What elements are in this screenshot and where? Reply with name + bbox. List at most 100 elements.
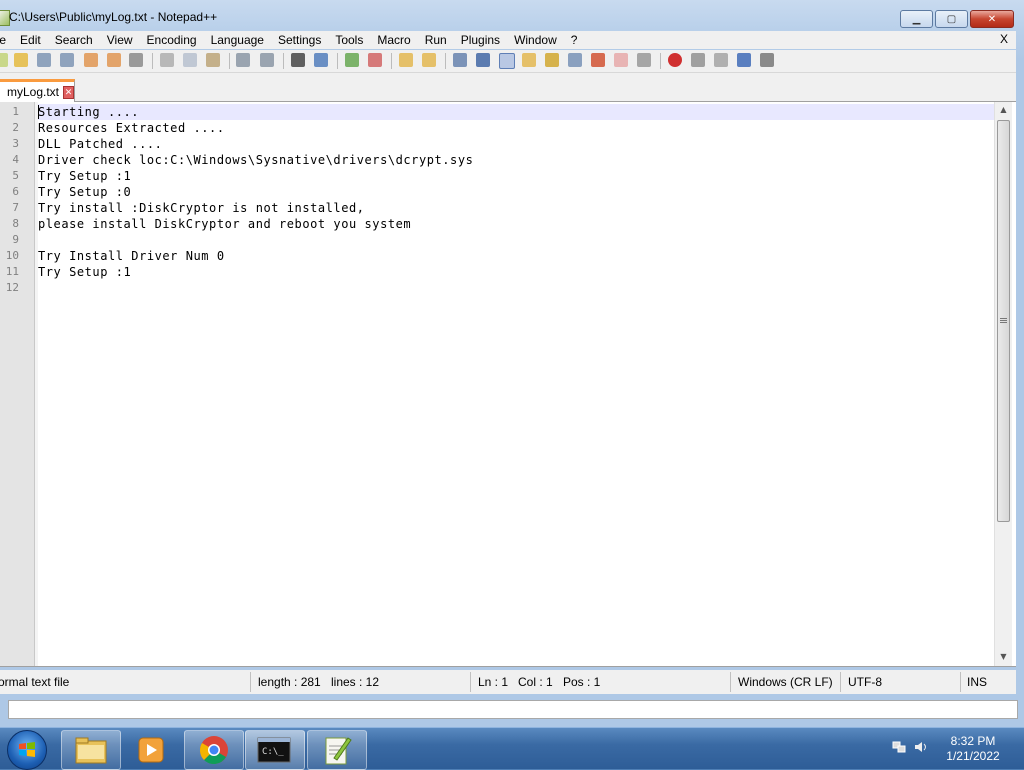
network-icon[interactable] xyxy=(892,740,906,754)
status-encoding[interactable]: UTF-8 xyxy=(848,675,882,689)
code-line[interactable]: Driver check loc:C:\Windows\Sysnative\dr… xyxy=(38,152,994,168)
scrollbar-thumb[interactable] xyxy=(997,120,1010,522)
menu-help[interactable]: ? xyxy=(564,33,585,47)
clock-time: 8:32 PM xyxy=(950,734,996,748)
save-all-icon[interactable] xyxy=(60,53,74,67)
scroll-up-arrow-icon[interactable]: ▲ xyxy=(995,102,1012,118)
text-editor[interactable]: 1 2 3 4 5 6 7 8 9 10 11 12 Starting .... Resources E… xyxy=(0,102,1016,667)
menu-plugins[interactable]: Plugins xyxy=(454,33,507,47)
code-line[interactable]: DLL Patched .... xyxy=(38,136,994,152)
redo-icon[interactable] xyxy=(260,53,274,67)
zoom-out-icon[interactable] xyxy=(368,53,382,67)
close-file-icon[interactable] xyxy=(84,53,98,67)
vertical-scrollbar[interactable]: ▲ ▼ xyxy=(994,102,1012,666)
taskbar-media-player[interactable] xyxy=(123,730,183,770)
menu-bar: ile Edit Search View Encoding Language S… xyxy=(0,31,1016,49)
maximize-button[interactable]: ▢ xyxy=(935,10,968,28)
title-bar[interactable]: C:\Users\Public\myLog.txt - Notepad++ ▁ … xyxy=(0,0,1024,33)
menu-view[interactable]: View xyxy=(100,33,140,47)
tab-close-icon[interactable]: ✕ xyxy=(63,85,74,99)
line-number: 4 xyxy=(12,153,19,166)
menu-language[interactable]: Language xyxy=(204,33,271,47)
code-line[interactable]: Resources Extracted .... xyxy=(38,120,994,136)
code-line[interactable]: Try Setup :0 xyxy=(38,184,994,200)
monitoring-icon[interactable] xyxy=(637,53,651,67)
status-bar: ormal text file length : 281 lines : 12 … xyxy=(0,670,1016,694)
sync-horizontal-icon[interactable] xyxy=(422,53,436,67)
start-button[interactable] xyxy=(7,730,47,770)
volume-icon[interactable] xyxy=(914,740,928,754)
undo-icon[interactable] xyxy=(236,53,250,67)
copy-icon[interactable] xyxy=(183,53,197,67)
scroll-down-arrow-icon[interactable]: ▼ xyxy=(995,649,1012,665)
sync-vertical-icon[interactable] xyxy=(399,53,413,67)
save-macro-icon[interactable] xyxy=(760,53,774,67)
minimize-button[interactable]: ▁ xyxy=(900,10,933,28)
zoom-in-icon[interactable] xyxy=(345,53,359,67)
menu-file[interactable]: ile xyxy=(0,33,13,47)
text-caret xyxy=(38,105,39,119)
code-line[interactable]: Starting .... xyxy=(38,104,994,120)
user-language-icon[interactable] xyxy=(522,53,536,67)
replace-icon[interactable] xyxy=(314,53,328,67)
run-macro-multiple-icon[interactable] xyxy=(737,53,751,67)
status-ln: Ln : 1 xyxy=(478,675,509,689)
code-line[interactable]: Try Setup :1 xyxy=(38,168,994,184)
menu-window[interactable]: Window xyxy=(507,33,564,47)
thumb-grip xyxy=(1000,322,1007,323)
taskbar-notepad-plus-plus[interactable] xyxy=(307,730,367,770)
menu-edit[interactable]: Edit xyxy=(13,33,48,47)
status-divider xyxy=(250,672,251,692)
minimize-icon: ▁ xyxy=(912,13,921,25)
open-file-icon[interactable] xyxy=(14,53,28,67)
indent-guide-icon[interactable] xyxy=(499,53,515,69)
word-wrap-icon[interactable] xyxy=(453,53,467,67)
menu-search[interactable]: Search xyxy=(48,33,100,47)
folder-workspace-icon[interactable] xyxy=(614,53,628,67)
svg-text:C:\_: C:\_ xyxy=(262,747,284,757)
line-number: 12 xyxy=(5,281,19,294)
close-document-button[interactable]: X xyxy=(1000,32,1008,46)
tab-mylog[interactable]: myLog.txt ✕ xyxy=(0,79,75,102)
code-line[interactable]: Try Install Driver Num 0 xyxy=(38,248,994,264)
line-number: 8 xyxy=(12,217,19,230)
close-button[interactable]: ✕ xyxy=(970,10,1014,28)
play-macro-icon[interactable] xyxy=(714,53,728,67)
horizontal-scrollbar[interactable] xyxy=(8,700,1018,719)
menu-settings[interactable]: Settings xyxy=(271,33,328,47)
status-eol[interactable]: Windows (CR LF) xyxy=(738,675,833,689)
system-clock[interactable]: 8:32 PM 1/21/2022 xyxy=(937,734,1009,764)
status-file-type: ormal text file xyxy=(0,675,70,689)
function-list-icon[interactable] xyxy=(591,53,605,67)
record-macro-icon[interactable] xyxy=(668,53,682,67)
line-number: 7 xyxy=(12,201,19,214)
save-icon[interactable] xyxy=(37,53,51,67)
menu-encoding[interactable]: Encoding xyxy=(140,33,204,47)
document-map-icon[interactable] xyxy=(545,53,559,67)
taskbar-command-prompt[interactable]: C:\_ xyxy=(245,730,305,770)
status-col: Col : 1 xyxy=(518,675,553,689)
code-line[interactable]: please install DiskCryptor and reboot yo… xyxy=(38,216,994,232)
line-number: 11 xyxy=(5,265,19,278)
editor-content[interactable]: Starting .... Resources Extracted .... DLL… xyxy=(38,104,994,296)
cut-icon[interactable] xyxy=(160,53,174,67)
code-line[interactable] xyxy=(38,280,994,296)
paste-icon[interactable] xyxy=(206,53,220,67)
code-line[interactable]: Try install :DiskCryptor is not installe… xyxy=(38,200,994,216)
close-all-icon[interactable] xyxy=(107,53,121,67)
show-all-characters-icon[interactable] xyxy=(476,53,490,67)
menu-macro[interactable]: Macro xyxy=(370,33,417,47)
menu-tools[interactable]: Tools xyxy=(328,33,370,47)
print-icon[interactable] xyxy=(129,53,143,67)
document-list-icon[interactable] xyxy=(568,53,582,67)
status-insert-mode[interactable]: INS xyxy=(967,675,987,689)
taskbar-file-explorer[interactable] xyxy=(61,730,121,770)
code-line[interactable] xyxy=(38,232,994,248)
taskbar-chrome[interactable] xyxy=(184,730,244,770)
find-icon[interactable] xyxy=(291,53,305,67)
code-line[interactable]: Try Setup :1 xyxy=(38,264,994,280)
status-lines: lines : 12 xyxy=(331,675,380,689)
menu-run[interactable]: Run xyxy=(418,33,454,47)
new-file-icon[interactable] xyxy=(0,53,8,67)
stop-macro-icon[interactable] xyxy=(691,53,705,67)
